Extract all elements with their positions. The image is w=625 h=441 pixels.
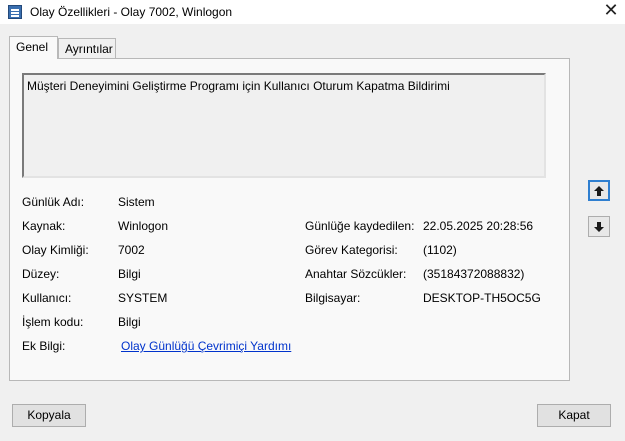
close-window-button[interactable]: ✕	[597, 0, 625, 24]
logged-value: 22.05.2025 20:28:56	[423, 219, 534, 233]
opcode-value: Bilgi	[118, 315, 141, 329]
user-value: SYSTEM	[118, 291, 168, 305]
next-event-button[interactable]	[588, 216, 610, 237]
keywords-label: Anahtar Sözcükler:	[305, 267, 407, 281]
log-name-label: Günlük Adı:	[22, 195, 85, 209]
more-info-label: Ek Bilgi:	[22, 339, 66, 353]
log-name-value: Sistem	[118, 195, 155, 209]
task-category-label: Görev Kategorisi:	[305, 243, 398, 257]
title-bar: Olay Özellikleri - Olay 7002, Winlogon ✕	[0, 0, 625, 24]
event-id-label: Olay Kimliği:	[22, 243, 89, 257]
event-viewer-icon	[8, 5, 22, 19]
computer-value: DESKTOP-TH5OC5G	[423, 291, 541, 305]
event-description[interactable]: Müşteri Deneyimini Geliştirme Programı i…	[22, 73, 546, 178]
tab-details[interactable]: Ayrıntılar	[58, 38, 116, 59]
online-help-link[interactable]: Olay Günlüğü Çevrimiçi Yardımı	[121, 339, 291, 353]
window-title: Olay Özellikleri - Olay 7002, Winlogon	[30, 5, 233, 19]
arrow-up-icon	[594, 185, 604, 196]
task-category-value: (1102)	[423, 243, 457, 257]
tab-general[interactable]: Genel	[9, 36, 58, 59]
event-id-value: 7002	[118, 243, 145, 257]
logged-label: Günlüğe kaydedilen:	[305, 219, 415, 233]
previous-event-button[interactable]	[588, 180, 610, 201]
computer-label: Bilgisayar:	[305, 291, 361, 305]
copy-button[interactable]: Kopyala	[12, 404, 86, 427]
source-label: Kaynak:	[22, 219, 66, 233]
source-value: Winlogon	[118, 219, 169, 233]
level-label: Düzey:	[22, 267, 60, 281]
opcode-label: İşlem kodu:	[22, 315, 84, 329]
keywords-value: (35184372088832)	[423, 267, 525, 281]
close-button[interactable]: Kapat	[537, 404, 611, 427]
arrow-down-icon	[594, 221, 604, 232]
level-value: Bilgi	[118, 267, 141, 281]
user-label: Kullanıcı:	[22, 291, 72, 305]
